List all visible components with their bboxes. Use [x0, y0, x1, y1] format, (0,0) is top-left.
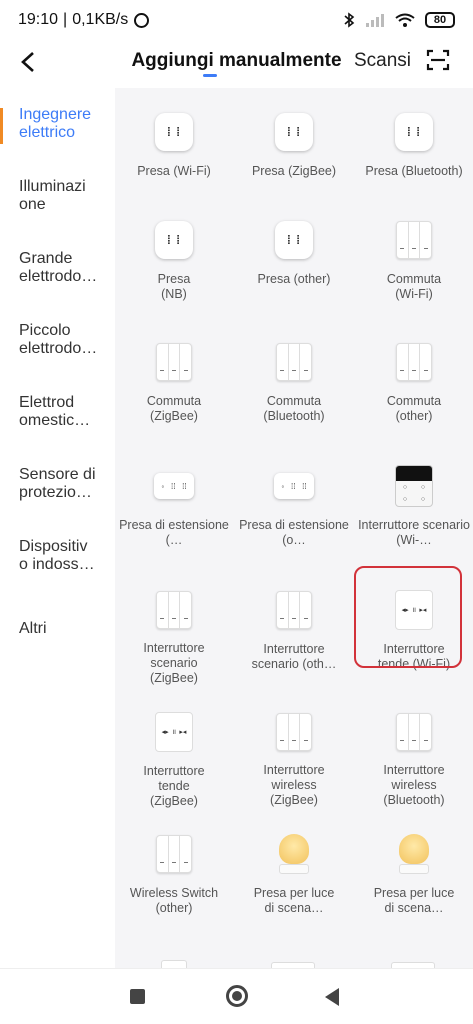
socket-icon: ⁞ ⁞	[275, 221, 313, 259]
sidebar-item-protection-sensors[interactable]: Sensore di protezio…	[0, 466, 110, 502]
bluetooth-icon	[344, 12, 355, 28]
device-tile[interactable]: Presa per luce di scena…	[235, 810, 353, 930]
device-tile[interactable]: Commuta (Wi-Fi)	[355, 196, 473, 316]
device-label: Presa (Bluetooth)	[365, 164, 463, 178]
device-tile[interactable]: Commuta (other)	[355, 318, 473, 438]
device-label: Presa (Wi-Fi)	[137, 164, 211, 178]
title-underline	[203, 74, 217, 77]
device-tile[interactable]: ⁞ ⁞ Presa (NB)	[115, 196, 233, 316]
curtain-switch-icon: ◂▸ ॥ ▸◂	[155, 712, 193, 752]
device-tile[interactable]: Wireless Switch (other)	[115, 810, 233, 930]
device-label: Commuta (other)	[386, 394, 442, 423]
device-tile[interactable]: Commuta (ZigBee)	[115, 318, 233, 438]
device-tile[interactable]: ◂▸ ॥ ▸◂ Interruttore tende (ZigBee)	[115, 688, 233, 808]
alarm-icon	[134, 12, 150, 28]
switch-icon	[276, 343, 312, 381]
category-sidebar: Ingegnere elettrico Illuminazi one Grand…	[0, 88, 114, 968]
lamp-icon	[279, 834, 309, 874]
partial-device-thumb	[161, 960, 187, 968]
sidebar-item-wearables[interactable]: Dispositiv o indoss…	[0, 538, 96, 574]
device-tile[interactable]: Interruttore scenario (oth…	[235, 566, 353, 686]
sidebar-item-electrical[interactable]: Ingegnere elettrico	[0, 106, 110, 142]
device-label: Presa per luce di scena…	[373, 886, 455, 915]
socket-icon: ⁞ ⁞	[155, 113, 193, 151]
device-label: Interruttore scenario (oth…	[251, 642, 337, 671]
device-tile[interactable]: Interruttore wireless (Bluetooth)	[355, 688, 473, 808]
switch-icon	[156, 835, 192, 873]
socket-icon: ⁞ ⁞	[155, 221, 193, 259]
device-tile[interactable]: Presa per luce di scena…	[355, 810, 473, 930]
device-tile[interactable]: ⁞ ⁞ Presa (other)	[235, 196, 353, 316]
device-label: Commuta (Wi-Fi)	[386, 272, 442, 301]
sidebar-item-household-appliances[interactable]: Elettrod omestic…	[0, 394, 96, 430]
device-label: Presa (NB)	[157, 272, 191, 301]
device-label: Wireless Switch (other)	[129, 886, 219, 915]
switch-icon	[396, 712, 432, 751]
header: Aggiungi manualmente Scansi	[0, 40, 473, 84]
device-tile[interactable]: ○ ○ ○ ○ Interruttore scenario (Wi-…	[355, 442, 473, 562]
device-label: Presa per luce di scena…	[253, 886, 335, 915]
device-tile-selected[interactable]: ◂▸ ॥ ▸◂ Interruttore tende (Wi-Fi)	[354, 566, 473, 686]
device-label: Interruttore wireless (ZigBee)	[263, 763, 325, 807]
wifi-icon	[395, 13, 415, 27]
device-tile[interactable]: ⁞ ⁞ Presa (Bluetooth)	[355, 88, 473, 208]
system-nav-bar	[0, 968, 473, 1024]
device-tile[interactable]: Interruttore scenario (ZigBee)	[115, 566, 233, 686]
lamp-icon	[399, 834, 429, 874]
sidebar-item-others[interactable]: Altri	[0, 620, 114, 638]
device-tile[interactable]: ◦ ⁞⁞ ⁞⁞ Presa di estensione (o…	[235, 442, 353, 562]
sidebar-item-small-appliances[interactable]: Piccolo elettrodo…	[0, 322, 97, 358]
power-strip-icon: ◦ ⁞⁞ ⁞⁞	[274, 473, 314, 499]
status-separator: |	[63, 11, 68, 28]
battery-icon: 80	[425, 12, 455, 28]
device-label: Interruttore scenario (ZigBee)	[143, 641, 205, 685]
socket-icon: ⁞ ⁞	[395, 113, 433, 151]
switch-icon	[156, 343, 192, 381]
signal-icon	[366, 14, 384, 27]
device-grid: ⁞ ⁞ Presa (Wi-Fi) ⁞ ⁞ Presa (ZigBee) ⁞ ⁞…	[115, 88, 473, 968]
switch-icon	[276, 591, 312, 629]
switch-icon	[396, 343, 432, 381]
device-tile[interactable]: ⁞ ⁞ Presa (Wi-Fi)	[115, 88, 233, 208]
device-tile[interactable]: Interruttore wireless (ZigBee)	[235, 688, 353, 808]
switch-icon	[276, 712, 312, 751]
device-label: Interruttore wireless (Bluetooth)	[383, 763, 445, 807]
sidebar-item-lighting[interactable]: Illuminazi one	[0, 178, 95, 214]
device-label: Presa di estensione (o…	[239, 518, 349, 547]
scan-icon[interactable]	[426, 48, 450, 72]
selection-highlight	[354, 566, 462, 668]
socket-icon: ⁞ ⁞	[275, 113, 313, 151]
device-tile[interactable]: ◦ ⁞⁞ ⁞⁞ Presa di estensione (…	[115, 442, 233, 562]
sidebar-item-large-appliances[interactable]: Grande elettrodo…	[0, 250, 97, 286]
device-tile[interactable]: Commuta (Bluetooth)	[235, 318, 353, 438]
device-label: Interruttore scenario (Wi-…	[358, 518, 470, 547]
device-label: Commuta (Bluetooth)	[263, 394, 325, 423]
system-back-button[interactable]	[325, 988, 339, 1006]
scan-button[interactable]: Scansi	[354, 50, 411, 72]
device-label: Interruttore tende (ZigBee)	[143, 764, 205, 808]
recents-button[interactable]	[130, 989, 145, 1004]
switch-icon	[156, 590, 192, 629]
device-tile[interactable]: ⁞ ⁞ Presa (ZigBee)	[235, 88, 353, 208]
device-label: Presa di estensione (…	[119, 518, 229, 547]
switch-icon	[396, 221, 432, 259]
home-button[interactable]	[226, 985, 248, 1007]
power-strip-icon: ◦ ⁞⁞ ⁞⁞	[154, 473, 194, 499]
device-label: Presa (ZigBee)	[251, 164, 337, 178]
device-label: Presa (other)	[257, 272, 331, 286]
status-time: 19:10	[18, 11, 59, 28]
status-network-speed: 0,1KB/s	[72, 11, 129, 28]
status-bar: 19:10 | 0,1KB/s 80	[0, 0, 473, 40]
scene-switch-icon: ○ ○ ○ ○	[395, 465, 433, 507]
device-label: Commuta (ZigBee)	[146, 394, 202, 423]
